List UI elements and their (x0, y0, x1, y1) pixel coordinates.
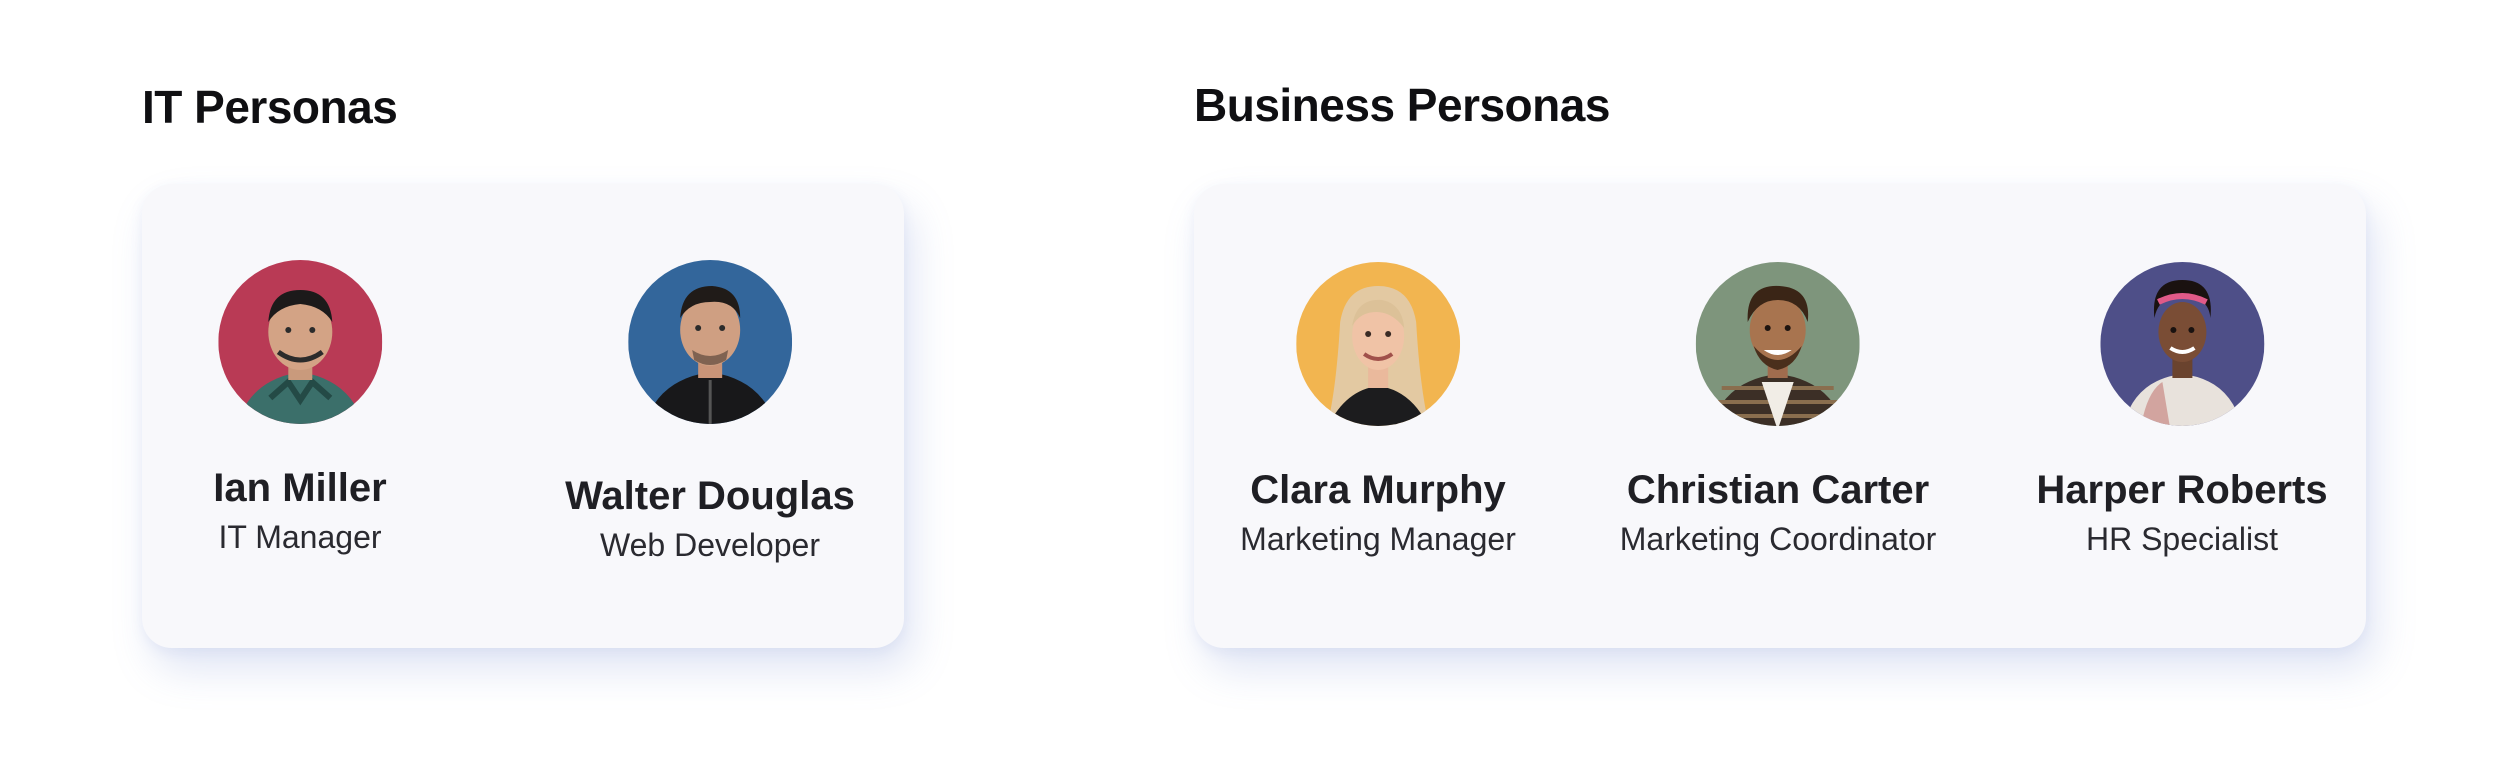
person-portrait-icon (1696, 262, 1860, 426)
business-personas-card: Clara Murphy Marketing Manager Christian… (1194, 184, 2366, 648)
persona-card-harper-roberts[interactable]: Harper Roberts HR Specialist (2036, 262, 2328, 558)
persona-role: HR Specialist (2085, 521, 2279, 557)
persona-name: Clara Murphy (1250, 468, 1506, 512)
persona-name: Harper Roberts (2036, 468, 2328, 512)
persona-card-christian-carter[interactable]: Christian Carter Marketing Coordinator (1619, 262, 1937, 558)
person-portrait-icon (217, 260, 382, 424)
avatar (1696, 262, 1860, 426)
avatar (627, 260, 792, 424)
person-portrait-icon (1296, 262, 1460, 426)
persona-name: Walter Douglas (565, 474, 855, 518)
persona-role: Marketing Manager (1240, 521, 1516, 557)
it-personas-card: Ian Miller IT Manager Walter Douglas Web… (142, 184, 904, 648)
avatar (217, 260, 382, 424)
persona-card-walter-douglas[interactable]: Walter Douglas Web Developer (565, 260, 855, 564)
persona-role: IT Manager (218, 519, 382, 555)
persona-name: Christian Carter (1626, 468, 1930, 512)
persona-name: Ian Miller (213, 466, 387, 510)
avatar (1296, 262, 1460, 426)
person-portrait-icon (627, 260, 792, 424)
person-portrait-icon (2099, 262, 2264, 426)
persona-card-ian-miller[interactable]: Ian Miller IT Manager (213, 260, 387, 556)
business-personas-title: Business Personas (1194, 79, 1610, 131)
persona-role: Marketing Coordinator (1619, 521, 1937, 557)
persona-card-clara-murphy[interactable]: Clara Murphy Marketing Manager (1240, 262, 1516, 558)
it-personas-title: IT Personas (142, 81, 398, 133)
avatar (2099, 262, 2264, 426)
persona-role: Web Developer (600, 527, 820, 563)
